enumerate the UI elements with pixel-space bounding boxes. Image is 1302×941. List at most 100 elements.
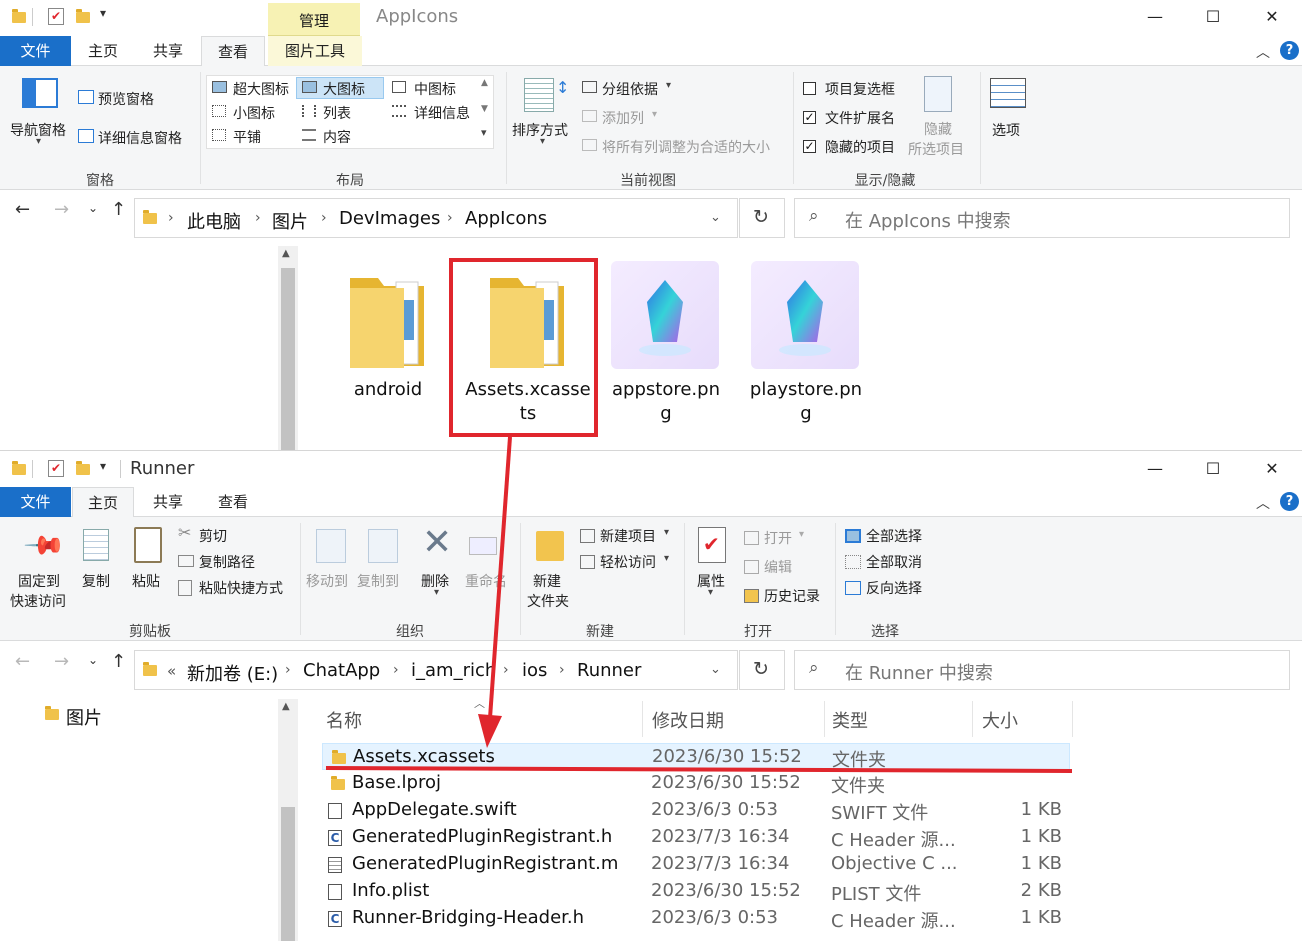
pin-quick-access-line1[interactable]: 固定到 [18, 571, 60, 591]
table-row[interactable]: C GeneratedPluginRegistrant.h 2023/7/3 1… [322, 824, 1082, 851]
copy-to-button[interactable]: 复制到 [357, 571, 399, 591]
paste-button[interactable]: 粘贴 [132, 571, 160, 591]
layout-extra-large[interactable]: 超大图标 [233, 79, 289, 99]
group-by-button[interactable]: 分组依据 [602, 79, 658, 99]
tab-home[interactable]: 主页 [72, 36, 134, 66]
table-row[interactable]: AppDelegate.swift 2023/6/3 0:53 SWIFT 文件… [322, 797, 1082, 824]
options-button[interactable]: 选项 [992, 120, 1020, 140]
back-button[interactable]: ← [15, 651, 30, 672]
layout-content[interactable]: 内容 [323, 127, 351, 147]
column-header-size[interactable]: 大小 [982, 707, 1018, 733]
add-column-button[interactable]: 添加列 [602, 108, 644, 128]
qat-dropdown-icon[interactable]: ▾ [100, 6, 106, 20]
layout-medium[interactable]: 中图标 [414, 79, 456, 99]
new-folder-line2[interactable]: 文件夹 [527, 591, 569, 611]
scroll-up-icon[interactable]: ▲ [282, 248, 290, 259]
paste-shortcut-button[interactable]: 粘贴快捷方式 [199, 578, 283, 598]
forward-button[interactable]: → [54, 651, 69, 672]
collapse-ribbon-icon[interactable]: ︿ [1256, 42, 1270, 62]
hide-selected-label-2[interactable]: 所选项目 [908, 139, 964, 159]
chevron-down-icon[interactable]: ▾ [36, 136, 41, 147]
minimize-button[interactable]: — [1132, 452, 1178, 486]
copy-button[interactable]: 复制 [82, 571, 110, 591]
fit-columns-button[interactable]: 将所有列调整为合适的大小 [602, 137, 770, 157]
pin-quick-access-line2[interactable]: 快速访问 [10, 591, 66, 611]
hidden-items-checkbox[interactable]: ✓ [803, 140, 816, 153]
gallery-scroll-up-icon[interactable]: ▲ [481, 78, 488, 88]
chevron-down-icon[interactable]: ▾ [664, 527, 669, 538]
new-folder-icon[interactable] [76, 461, 90, 475]
chevron-down-icon[interactable]: ▾ [664, 553, 669, 564]
hide-selected-label-1[interactable]: 隐藏 [924, 119, 952, 139]
maximize-button[interactable]: ☐ [1190, 452, 1236, 486]
overflow-chevron-icon[interactable]: « [167, 662, 176, 680]
help-icon[interactable]: ? [1280, 492, 1299, 511]
breadcrumb-item[interactable]: i_am_rich [411, 660, 496, 681]
help-icon[interactable]: ? [1280, 41, 1299, 60]
breadcrumb-item[interactable]: DevImages [339, 208, 440, 229]
preview-pane-button[interactable]: 预览窗格 [98, 89, 154, 109]
close-button[interactable]: ✕ [1249, 452, 1295, 486]
refresh-button[interactable]: ↻ [739, 650, 785, 690]
column-header-name[interactable]: 名称 [326, 707, 362, 733]
up-button[interactable]: ↑ [111, 199, 126, 220]
recent-locations-icon[interactable]: ⌄ [88, 201, 98, 215]
properties-icon[interactable]: ✔ [48, 460, 64, 477]
new-item-button[interactable]: 新建项目 [600, 526, 656, 546]
table-row[interactable]: C Runner-Bridging-Header.h 2023/6/3 0:53… [322, 905, 1082, 932]
column-header-type[interactable]: 类型 [832, 707, 868, 733]
address-dropdown-icon[interactable]: ⌄ [710, 662, 721, 677]
breadcrumb-item[interactable]: Runner [577, 660, 641, 681]
address-dropdown-icon[interactable]: ⌄ [710, 210, 721, 225]
scroll-thumb[interactable] [281, 268, 295, 450]
table-row[interactable]: Base.lproj 2023/6/30 15:52 文件夹 [322, 770, 1082, 797]
gallery-scroll-down-icon[interactable]: ▼ [481, 104, 488, 114]
chevron-down-icon[interactable]: ▾ [434, 587, 439, 598]
maximize-button[interactable]: ☐ [1190, 0, 1236, 34]
scroll-up-icon[interactable]: ▲ [282, 701, 290, 712]
chevron-down-icon[interactable]: ▾ [540, 136, 545, 147]
table-row[interactable]: Info.plist 2023/6/30 15:52 PLIST 文件 2 KB [322, 878, 1082, 905]
column-divider[interactable] [972, 701, 973, 737]
address-bar[interactable]: › 此电脑 › 图片 › DevImages › AppIcons ⌄ [134, 198, 738, 238]
breadcrumb-item[interactable]: 此电脑 [187, 208, 241, 234]
chevron-down-icon[interactable]: ▾ [799, 529, 804, 540]
scroll-thumb[interactable] [281, 807, 295, 941]
select-all-button[interactable]: 全部选择 [866, 526, 922, 546]
tab-share[interactable]: 共享 [136, 36, 200, 66]
chevron-down-icon[interactable]: ▾ [708, 587, 713, 598]
layout-tiles[interactable]: 平铺 [233, 127, 261, 147]
breadcrumb-item[interactable]: 图片 [272, 208, 308, 234]
tab-file[interactable]: 文件 [0, 36, 71, 66]
forward-button[interactable]: → [54, 199, 69, 220]
column-divider[interactable] [1072, 701, 1073, 737]
back-button[interactable]: ← [15, 199, 30, 220]
column-divider[interactable] [824, 701, 825, 737]
refresh-button[interactable]: ↻ [739, 198, 785, 238]
details-pane-button[interactable]: 详细信息窗格 [98, 128, 182, 148]
address-bar[interactable]: « 新加卷 (E:) › ChatApp › i_am_rich › ios ›… [134, 650, 738, 690]
new-folder-icon[interactable] [76, 9, 90, 23]
qat-dropdown-icon[interactable]: ▾ [100, 459, 106, 473]
up-button[interactable]: ↑ [111, 651, 126, 672]
open-button[interactable]: 打开 [764, 528, 792, 548]
layout-large[interactable]: 大图标 [323, 79, 365, 99]
table-row[interactable]: Assets.xcassets 2023/6/30 15:52 文件夹 [322, 743, 1070, 771]
recent-locations-icon[interactable]: ⌄ [88, 653, 98, 667]
scrollbar[interactable]: ▲ [278, 699, 298, 941]
column-divider[interactable] [642, 701, 643, 737]
tab-view[interactable]: 查看 [201, 487, 265, 517]
nav-item-pictures[interactable]: 图片 [66, 704, 102, 730]
chevron-down-icon[interactable]: ▾ [652, 109, 657, 120]
layout-list[interactable]: 列表 [323, 103, 351, 123]
tab-view[interactable]: 查看 [201, 36, 265, 67]
file-item[interactable]: playstore.pn g [750, 260, 862, 430]
edit-button[interactable]: 编辑 [764, 557, 792, 577]
file-item[interactable]: appstore.pn g [610, 260, 722, 430]
tab-file[interactable]: 文件 [0, 487, 71, 517]
item-checkboxes-checkbox[interactable] [803, 82, 816, 95]
cut-button[interactable]: 剪切 [199, 526, 227, 546]
gallery-expand-icon[interactable]: ▾ [481, 126, 487, 139]
breadcrumb-item[interactable]: ios [522, 660, 547, 681]
column-header-date[interactable]: 修改日期 [652, 707, 724, 733]
